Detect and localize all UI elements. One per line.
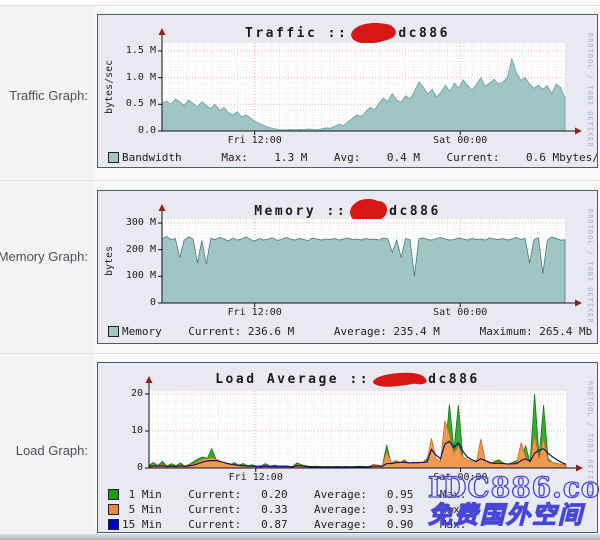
row-separator <box>0 353 600 354</box>
x-tick-label: Sat 00:00 <box>415 307 505 318</box>
traffic-graph-panel[interactable]: Traffic ::dc8860.00.5 M1.0 M1.5 MFri 12:… <box>97 14 598 168</box>
legend-row: Memory Current: 236.6 M Average: 235.4 M… <box>98 325 597 338</box>
legend-swatch <box>108 519 119 530</box>
y-tick-label: 20 <box>97 388 143 399</box>
legend-row: 15 Min Current: 0.87 Average: 0.90 Max: <box>98 518 597 531</box>
row-label-memory: Memory Graph: <box>0 250 88 264</box>
y-axis-label: bytes <box>104 219 115 303</box>
row-separator <box>0 5 600 6</box>
x-tick-label: Fri 12:00 <box>210 135 300 146</box>
legend-text: Bandwidth Max: 1.3 M Avg: 0.4 M Current:… <box>122 151 598 164</box>
plot-area <box>156 204 587 310</box>
legend-text: 5 Min Current: 0.33 Average: 0.93 Max: <box>122 503 466 516</box>
legend-swatch <box>108 152 119 163</box>
y-tick-label: 10 <box>97 425 143 436</box>
rrdtool-watermark: RRDTOOL / TOBI OETIKER <box>586 33 594 148</box>
x-tick-label: Fri 12:00 <box>210 307 300 318</box>
rrdtool-watermark: RRDTOOL / TOBI OETIKER <box>586 209 594 324</box>
page-bottom-strip <box>0 534 600 540</box>
row-label-load: Load Graph: <box>16 444 88 458</box>
legend-row: Bandwidth Max: 1.3 M Avg: 0.4 M Current:… <box>98 151 597 164</box>
plot-area <box>156 28 587 138</box>
legend-swatch <box>108 504 119 515</box>
load-graph-panel[interactable]: Load Average ::dc88601020Fri 12:00Sat 00… <box>97 362 598 533</box>
rrdtool-watermark: RRDTOOL / TOBI OETIKER <box>586 381 594 496</box>
row-label-traffic: Traffic Graph: <box>9 89 88 103</box>
row-separator <box>0 180 600 181</box>
host-graphs-page: { "page": { "left_labels": [ {"text": "T… <box>0 0 600 540</box>
legend-swatch <box>108 489 119 500</box>
y-tick-label: 0 <box>97 462 143 473</box>
memory-graph-panel[interactable]: Memory ::dc8860100 M200 M300 MFri 12:00S… <box>97 190 598 344</box>
plot-area <box>143 376 588 475</box>
legend-swatch <box>108 326 119 337</box>
legend-text: 15 Min Current: 0.87 Average: 0.90 Max: <box>122 518 466 531</box>
x-tick-label: Sat 00:00 <box>415 472 505 483</box>
x-tick-label: Fri 12:00 <box>211 472 301 483</box>
x-tick-label: Sat 00:00 <box>415 135 505 146</box>
legend-row: 5 Min Current: 0.33 Average: 0.93 Max: <box>98 503 597 516</box>
y-axis-label: bytes/sec <box>104 43 115 131</box>
legend-text: Memory Current: 236.6 M Average: 235.4 M… <box>122 325 592 338</box>
legend-row: 1 Min Current: 0.20 Average: 0.95 Max: <box>98 488 597 501</box>
legend-text: 1 Min Current: 0.20 Average: 0.95 Max: <box>122 488 466 501</box>
